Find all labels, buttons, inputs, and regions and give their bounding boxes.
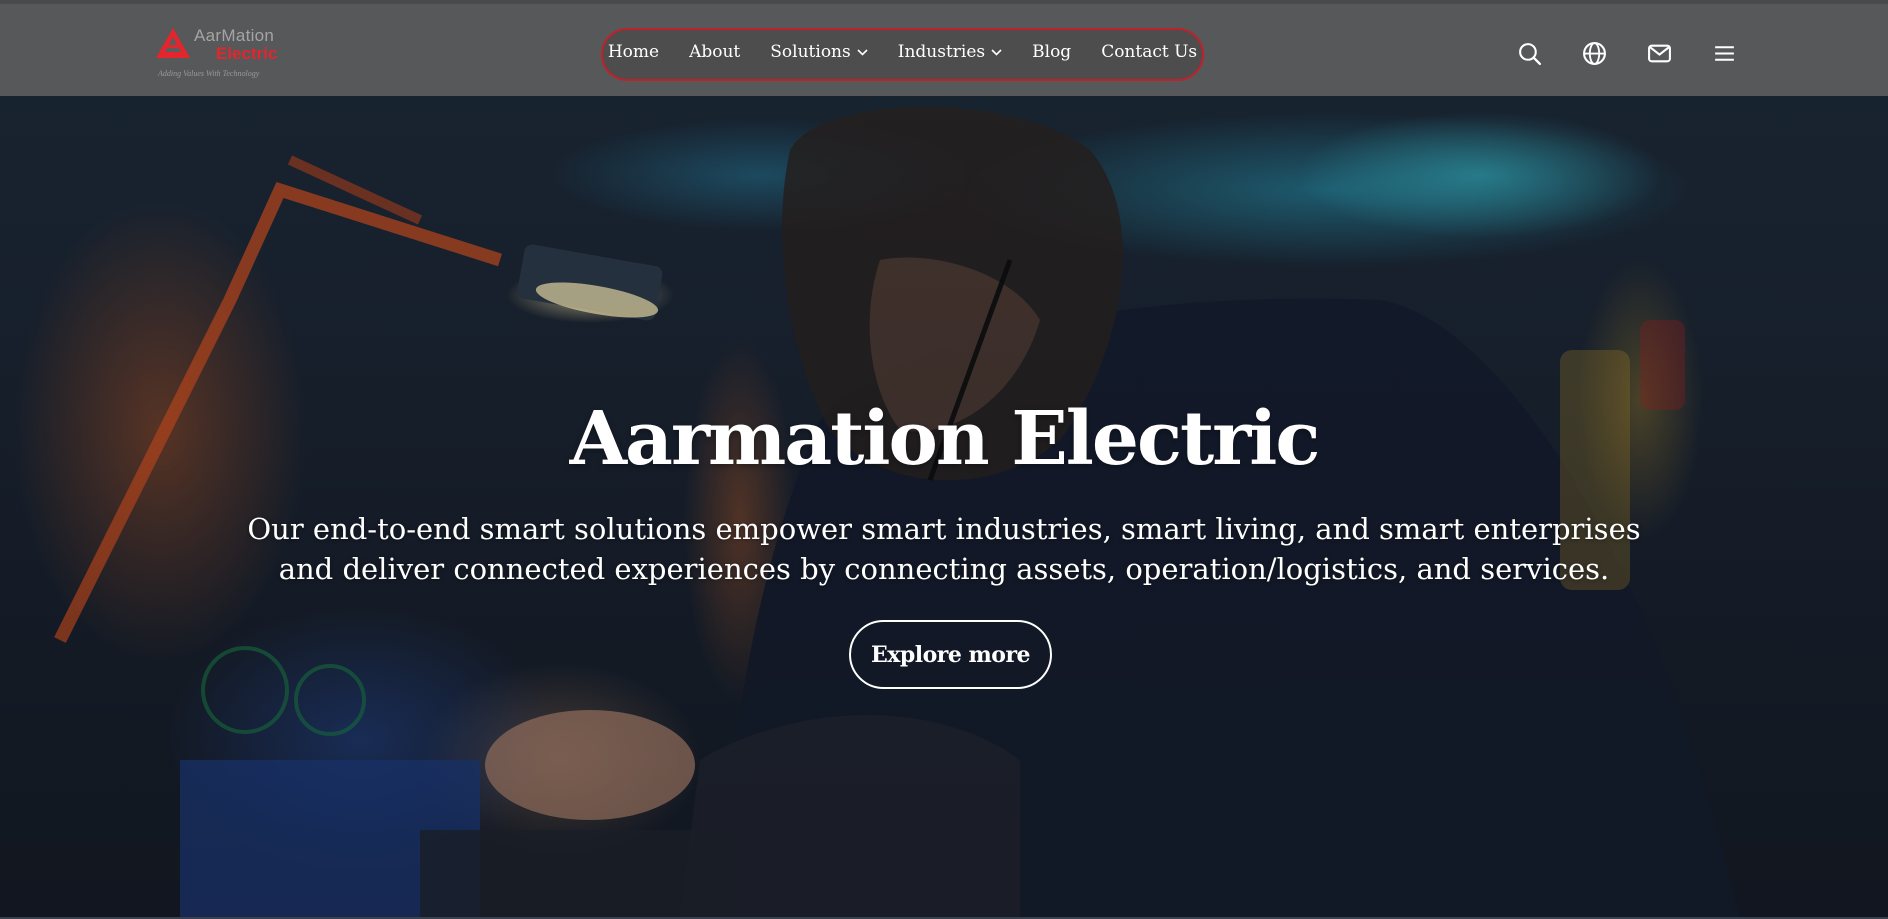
- nav-item-blog[interactable]: Blog: [1032, 42, 1071, 62]
- nav-item-solutions[interactable]: Solutions: [770, 41, 868, 62]
- search-icon[interactable]: [1517, 41, 1542, 66]
- page: AarMation Electric Adding Values With Te…: [0, 0, 1888, 919]
- nav-item-label: Industries: [897, 41, 986, 62]
- nav-item-about[interactable]: About: [689, 42, 740, 62]
- chevron-down-icon: [857, 49, 868, 56]
- header-actions: [1517, 41, 1737, 66]
- explore-more-button[interactable]: Explore more: [849, 620, 1052, 689]
- brand-name-line1: AarMation: [194, 26, 275, 45]
- logo-mark-icon: [156, 28, 190, 58]
- main-nav: Home About Solutions Industries Blog Con…: [601, 28, 1204, 81]
- nav-item-label: Home: [607, 41, 660, 62]
- brand-logo[interactable]: AarMation Electric Adding Values With Te…: [156, 26, 292, 82]
- hero-title: Aarmation Electric: [569, 396, 1321, 482]
- nav-item-industries[interactable]: Industries: [898, 42, 1002, 62]
- nav-item-contact-us[interactable]: Contact Us: [1101, 42, 1197, 62]
- nav-item-label: Contact Us: [1101, 41, 1198, 62]
- nav-item-label: Blog: [1032, 41, 1072, 62]
- brand-name-line2: Electric: [216, 44, 278, 63]
- nav-item-label: About: [689, 41, 741, 62]
- menu-icon[interactable]: [1712, 41, 1737, 66]
- mail-icon[interactable]: [1647, 41, 1672, 66]
- chevron-down-icon: [991, 49, 1002, 56]
- site-header: AarMation Electric Adding Values With Te…: [0, 0, 1888, 96]
- brand-tagline: Adding Values With Technology: [158, 69, 260, 78]
- nav-item-home[interactable]: Home: [608, 42, 659, 62]
- globe-icon[interactable]: [1582, 41, 1607, 66]
- nav-item-label: Solutions: [770, 41, 851, 62]
- hero-subtitle: Our end-to-end smart solutions empower s…: [247, 512, 1641, 586]
